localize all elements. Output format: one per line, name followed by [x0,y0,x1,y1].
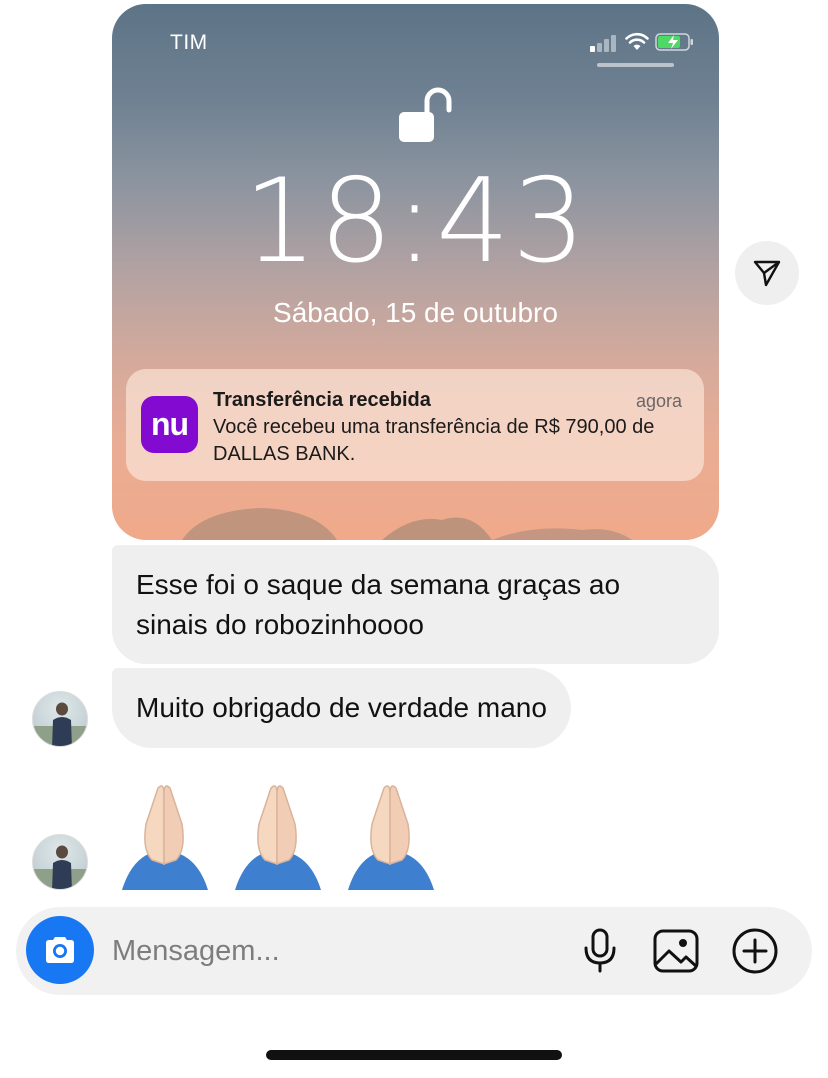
shared-screenshot[interactable]: TIM 18:43 Sábado, 15 de outubro nu Trans… [112,4,719,540]
folded-hands-emoji-icon [122,785,208,890]
plus-circle-icon [732,928,778,974]
wifi-icon [625,32,649,50]
message-composer [16,907,812,995]
nubank-app-icon: nu [141,396,198,453]
home-indicator[interactable] [266,1050,562,1060]
notification-body: Você recebeu uma transferência de R$ 790… [213,416,655,465]
emoji-message[interactable] [112,780,443,890]
avatar[interactable] [32,834,88,890]
lock-screen-time: 18:43 [243,154,588,289]
carrier-label: TIM [170,31,208,54]
signal-icon [590,34,620,52]
camera-button[interactable] [26,916,94,984]
notification-time: agora [635,391,682,411]
voice-message-button[interactable] [576,927,624,975]
image-icon [653,929,699,973]
notification-title: Transferência recebida [213,389,431,411]
message-bubble[interactable]: Muito obrigado de verdade mano [112,668,571,748]
share-button[interactable] [735,241,799,305]
lock-screen-date: Sábado, 15 de outubro [273,297,558,328]
avatar[interactable] [32,691,88,747]
camera-icon [46,937,74,963]
status-underline [597,63,674,67]
more-options-button[interactable] [731,927,779,975]
message-input[interactable] [112,929,552,973]
wallpaper-rocks [182,508,632,540]
gallery-button[interactable] [652,927,700,975]
send-icon [753,260,781,287]
folded-hands-emoji-icon [235,785,321,890]
battery-charging-icon [655,33,693,51]
lock-open-icon [399,87,452,142]
message-bubble[interactable]: Esse foi o saque da semana graças ao sin… [112,545,719,664]
bank-notification: nu Transferência recebida agora Você rec… [126,369,704,481]
folded-hands-emoji-icon [348,785,434,890]
microphone-icon [584,928,616,973]
